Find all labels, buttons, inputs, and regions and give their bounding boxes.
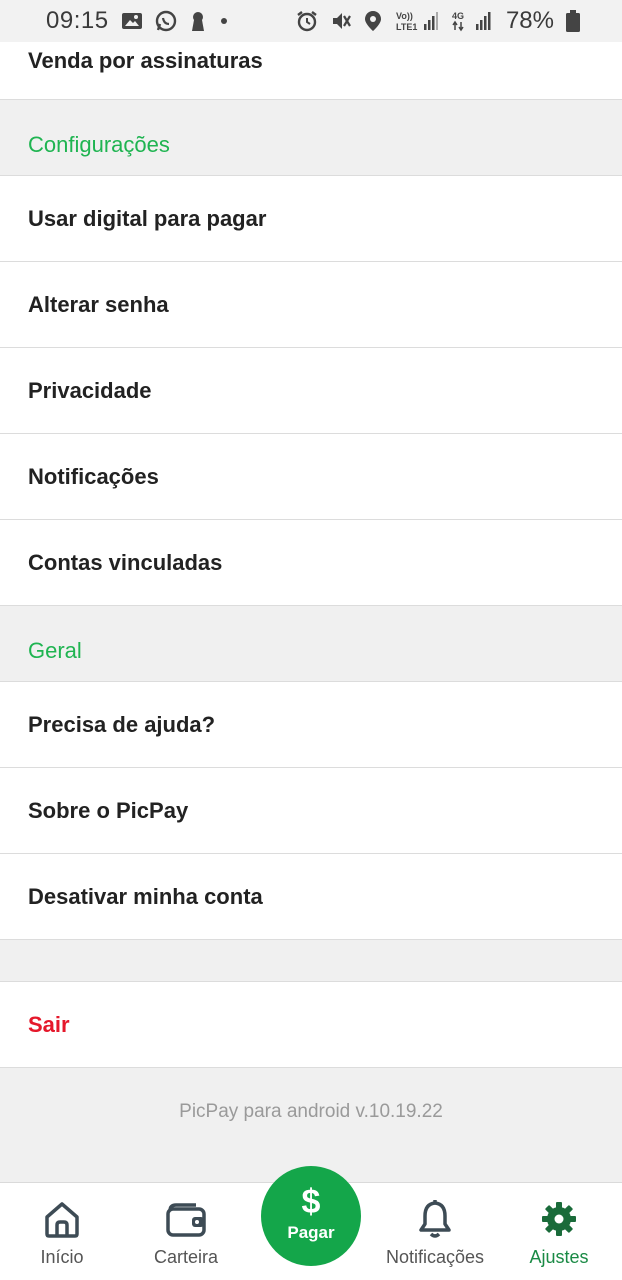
battery-percent: 78% — [505, 7, 554, 34]
section-header-geral: Geral — [0, 606, 622, 682]
alarm-icon — [296, 10, 318, 32]
battery-icon — [566, 10, 580, 32]
dot-icon — [219, 16, 229, 26]
menu-item-contas-vinculadas[interactable]: Contas vinculadas — [0, 520, 622, 606]
gallery-icon — [121, 11, 143, 31]
gear-icon — [539, 1197, 579, 1241]
pay-button[interactable]: $ Pagar — [261, 1166, 361, 1266]
location-icon — [364, 10, 382, 32]
menu-item-notificacoes[interactable]: Notificações — [0, 434, 622, 520]
nav-label-inicio: Início — [40, 1247, 84, 1267]
volte-icon: Vo)) LTE1 — [394, 9, 438, 33]
menu-item-precisa-ajuda[interactable]: Precisa de ajuda? — [0, 682, 622, 768]
menu-item-alterar-senha[interactable]: Alterar senha — [0, 262, 622, 348]
menu-item-venda-assinaturas[interactable]: Venda por assinaturas — [0, 42, 622, 100]
logout-button[interactable]: Sair — [0, 982, 622, 1068]
section-spacer — [0, 940, 622, 982]
menu-item-sobre-picpay[interactable]: Sobre o PicPay — [0, 768, 622, 854]
status-bar: 09:15 Vo)) LTE1 4G 78% — [0, 0, 622, 42]
dollar-icon: $ — [301, 1183, 321, 1221]
menu-item-usar-digital[interactable]: Usar digital para pagar — [0, 176, 622, 262]
menu-item-privacidade[interactable]: Privacidade — [0, 348, 622, 434]
pay-button-label: Pagar — [287, 1223, 335, 1242]
nav-tab-notificacoes[interactable]: Notificações — [375, 1183, 495, 1280]
svg-text:4G: 4G — [452, 11, 464, 21]
status-left: 09:15 — [46, 7, 229, 35]
vibrate-icon — [330, 10, 352, 32]
menu-item-desativar-conta[interactable]: Desativar minha conta — [0, 854, 622, 940]
section-header-configuracoes: Configurações — [0, 100, 622, 176]
nav-tab-ajustes[interactable]: Ajustes — [499, 1183, 619, 1280]
whatsapp-icon — [155, 10, 177, 32]
home-icon — [42, 1197, 82, 1241]
status-time: 09:15 — [46, 7, 109, 34]
settings-list[interactable]: Venda por assinaturas Configurações Usar… — [0, 42, 622, 1182]
app-version-text: PicPay para android v.10.19.22 — [179, 1101, 443, 1122]
svg-text:Vo)): Vo)) — [396, 11, 413, 21]
wallet-icon — [164, 1197, 208, 1241]
nav-label-carteira: Carteira — [153, 1247, 219, 1267]
bell-icon — [415, 1197, 455, 1241]
keyhole-icon — [189, 10, 207, 32]
nav-tab-inicio[interactable]: Início — [2, 1183, 122, 1280]
status-right: Vo)) LTE1 4G 78% — [296, 7, 580, 35]
nav-label-notificacoes: Notificações — [385, 1247, 485, 1267]
nav-label-ajustes: Ajustes — [529, 1247, 589, 1267]
nav-tab-carteira[interactable]: Carteira — [126, 1183, 246, 1280]
svg-text:LTE1: LTE1 — [396, 22, 417, 32]
4g-icon: 4G — [450, 9, 494, 33]
